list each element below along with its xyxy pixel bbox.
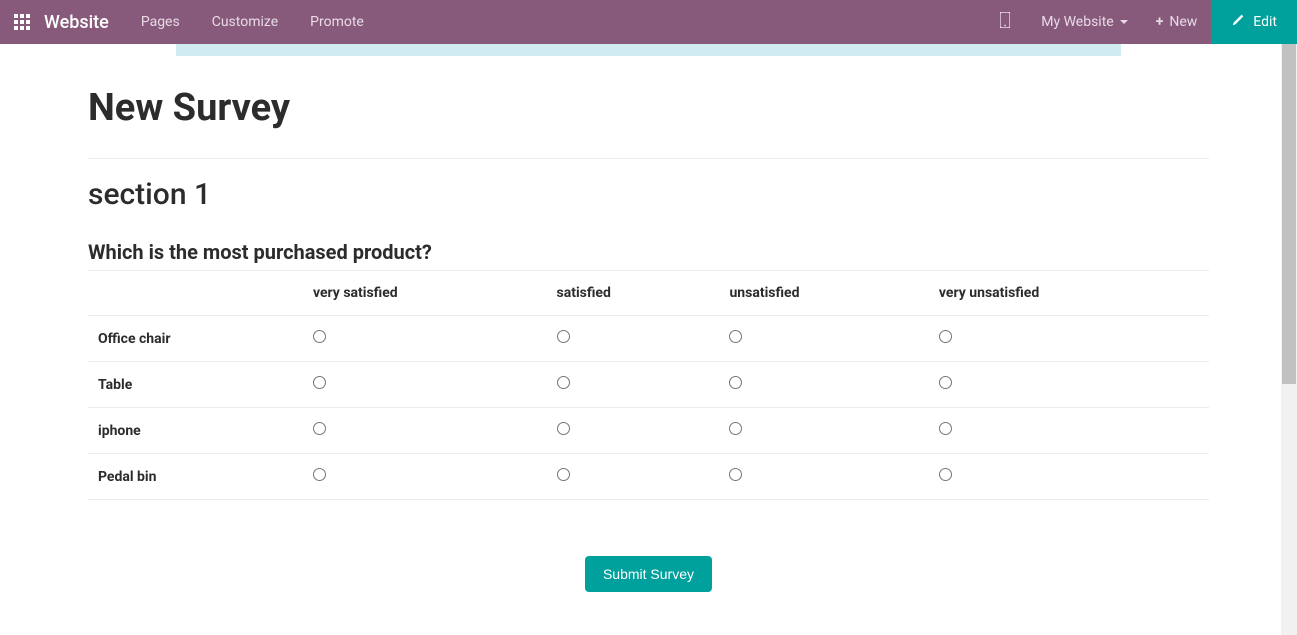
row-label: Table — [88, 362, 303, 408]
matrix-table: very satisfied satisfied unsatisfied ver… — [88, 271, 1209, 500]
topbar: Website Pages Customize Promote My Websi… — [0, 0, 1297, 44]
radio-option[interactable] — [939, 376, 952, 389]
edit-button[interactable]: Edit — [1211, 0, 1297, 44]
table-row: Table — [88, 362, 1209, 408]
column-header: unsatisfied — [719, 271, 928, 316]
alert-strip — [176, 44, 1121, 56]
topbar-left: Website Pages Customize Promote — [0, 0, 380, 44]
radio-option[interactable] — [939, 330, 952, 343]
table-row: Pedal bin — [88, 454, 1209, 500]
radio-option[interactable] — [729, 376, 742, 389]
radio-option[interactable] — [939, 422, 952, 435]
website-selector[interactable]: My Website — [1027, 0, 1141, 44]
divider — [88, 158, 1209, 159]
radio-option[interactable] — [557, 422, 570, 435]
radio-option[interactable] — [313, 422, 326, 435]
section-title: section 1 — [88, 177, 1209, 212]
website-selector-label: My Website — [1041, 14, 1113, 30]
radio-option[interactable] — [729, 330, 742, 343]
table-header-row: very satisfied satisfied unsatisfied ver… — [88, 271, 1209, 316]
scrollbar-thumb[interactable] — [1282, 44, 1296, 384]
mobile-preview-button[interactable] — [983, 0, 1027, 44]
nav-pages[interactable]: Pages — [125, 0, 196, 44]
table-row: Office chair — [88, 316, 1209, 362]
new-button-label: New — [1169, 14, 1197, 30]
radio-option[interactable] — [939, 468, 952, 481]
radio-option[interactable] — [557, 468, 570, 481]
radio-option[interactable] — [729, 422, 742, 435]
new-button[interactable]: + New — [1142, 0, 1212, 44]
topbar-right: My Website + New Edit — [983, 0, 1297, 44]
app-title[interactable]: Website — [44, 12, 125, 33]
row-label: Office chair — [88, 316, 303, 362]
column-header: very satisfied — [303, 271, 547, 316]
column-header: satisfied — [547, 271, 720, 316]
apps-grid-icon — [14, 14, 30, 30]
radio-option[interactable] — [313, 468, 326, 481]
mobile-icon — [1000, 12, 1010, 32]
question-text: Which is the most purchased product? — [88, 240, 1209, 264]
radio-option[interactable] — [729, 468, 742, 481]
radio-option[interactable] — [313, 330, 326, 343]
column-header: very unsatisfied — [929, 271, 1209, 316]
radio-option[interactable] — [313, 376, 326, 389]
radio-option[interactable] — [557, 330, 570, 343]
content-area: New Survey section 1 Which is the most p… — [0, 44, 1297, 635]
row-label: Pedal bin — [88, 454, 303, 500]
nav-customize[interactable]: Customize — [196, 0, 294, 44]
table-row: iphone — [88, 408, 1209, 454]
header-empty — [88, 271, 303, 316]
edit-button-label: Edit — [1253, 14, 1277, 30]
radio-option[interactable] — [557, 376, 570, 389]
submit-wrap: Submit Survey — [88, 556, 1209, 592]
row-label: iphone — [88, 408, 303, 454]
apps-menu-button[interactable] — [0, 0, 44, 44]
submit-survey-button[interactable]: Submit Survey — [585, 556, 712, 592]
pencil-icon — [1231, 13, 1245, 31]
nav-promote[interactable]: Promote — [294, 0, 380, 44]
survey-title: New Survey — [88, 86, 1209, 130]
chevron-down-icon — [1120, 20, 1128, 24]
plus-icon: + — [1156, 14, 1164, 30]
